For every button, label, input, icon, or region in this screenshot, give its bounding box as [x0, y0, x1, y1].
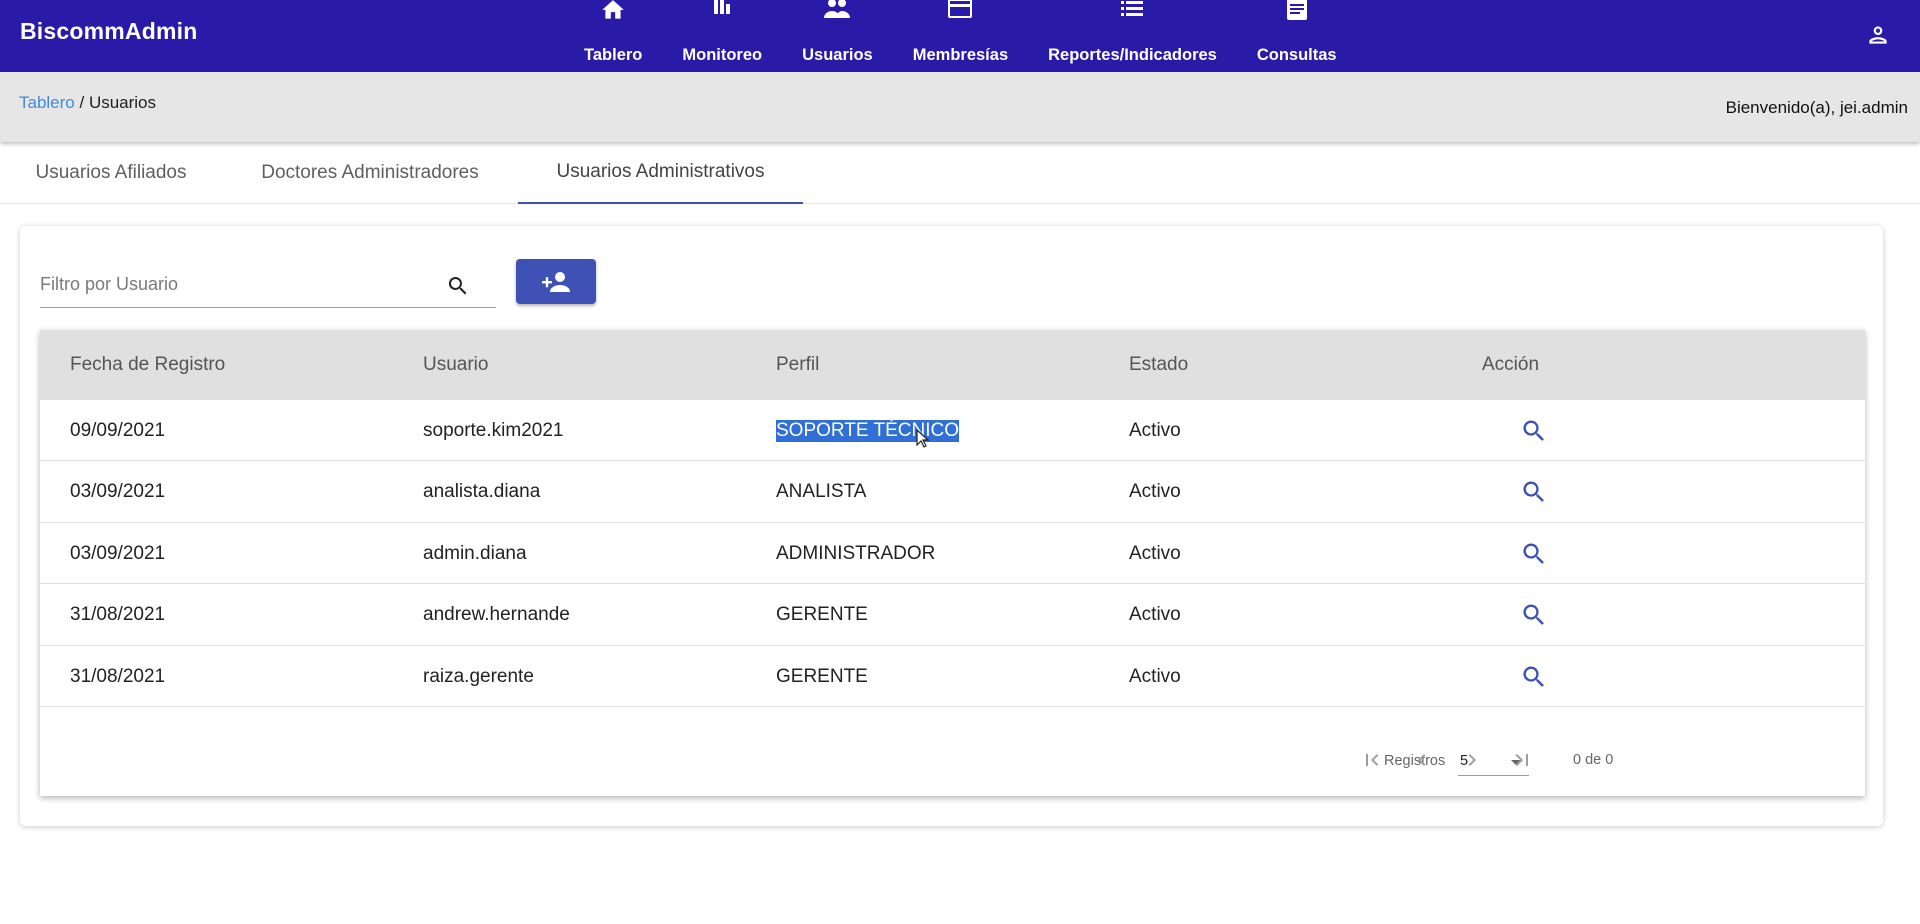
header-fecha: Fecha de Registro: [70, 354, 226, 375]
nav-item-tablero[interactable]: Tablero: [564, 0, 662, 72]
cell-perfil: ADMINISTRADOR: [776, 542, 936, 564]
last-page-button[interactable]: [1504, 742, 1540, 778]
nav-label: Usuarios: [802, 46, 873, 64]
view-details-search-icon[interactable]: [1520, 540, 1548, 568]
header-estado: Estado: [1129, 354, 1189, 375]
first-page-button[interactable]: [1354, 742, 1390, 778]
filter-field: [40, 264, 496, 308]
tab-usuarios-administrativos[interactable]: Usuarios Administrativos: [518, 142, 803, 204]
cell-estado: Activo: [1129, 665, 1181, 687]
table-row: 31/08/2021 raiza.gerente GERENTE Activo: [40, 646, 1865, 707]
cell-fecha: 03/09/2021: [70, 481, 166, 503]
list-icon: [1120, 0, 1144, 22]
nav-item-consultas[interactable]: Consultas: [1237, 0, 1357, 72]
cell-fecha: 31/08/2021: [70, 604, 166, 626]
table-row: 09/09/2021 soporte.kim2021 SOPORTE TÉCNI…: [40, 400, 1865, 462]
view-details-search-icon[interactable]: [1520, 478, 1548, 506]
chevron-right-icon: [1468, 754, 1476, 766]
filter-input[interactable]: [40, 264, 440, 304]
nav-item-membresias[interactable]: Membresías: [893, 0, 1028, 72]
nav-label: Consultas: [1256, 46, 1337, 64]
chevron-left-icon: [1418, 754, 1426, 766]
table-row: 03/09/2021 analista.diana ANALISTA Activ…: [40, 461, 1865, 523]
nav-label: Membresías: [912, 46, 1009, 64]
breadcrumb-separator: /: [74, 93, 89, 112]
person-add-icon: [542, 271, 570, 292]
top-app-bar: BiscommAdmin Tablero Monitoreo Usuarios …: [0, 0, 1920, 72]
view-details-search-icon[interactable]: [1520, 663, 1548, 691]
previous-page-button[interactable]: [1404, 742, 1440, 778]
mouse-cursor-icon: [916, 429, 930, 448]
cell-perfil: GERENTE: [776, 665, 868, 687]
article-icon: [1285, 0, 1309, 22]
page-range-label: 0 de 0: [1573, 752, 1614, 768]
breadcrumb-link-tablero[interactable]: Tablero: [19, 93, 75, 112]
cell-perfil: GERENTE: [776, 604, 868, 626]
cell-usuario: admin.diana: [423, 542, 527, 564]
people-icon: [823, 0, 851, 22]
tab-usuarios-afiliados[interactable]: Usuarios Afiliados: [0, 142, 222, 204]
breadcrumb-bar: Tablero / Usuarios Bienvenido(a), jei.ad…: [0, 72, 1920, 142]
nav-label: Reportes/Indicadores: [1048, 46, 1217, 64]
last-page-icon: [1515, 754, 1528, 766]
header-perfil: Perfil: [776, 354, 820, 375]
cell-usuario: analista.diana: [423, 481, 541, 503]
header-accion: Acción: [1482, 354, 1540, 375]
header-usuario: Usuario: [423, 354, 489, 375]
cell-estado: Activo: [1129, 481, 1181, 503]
table-row: 31/08/2021 andrew.hernande GERENTE Activ…: [40, 584, 1865, 646]
home-icon: [600, 0, 626, 22]
cell-fecha: 03/09/2021: [70, 542, 166, 564]
cell-fecha: 09/09/2021: [70, 420, 166, 441]
credit-card-icon: [947, 0, 973, 22]
table-header: Fecha de Registro Usuario Perfil Estado …: [40, 330, 1865, 400]
cell-fecha: 31/08/2021: [70, 665, 166, 687]
nav-label: Monitoreo: [682, 46, 763, 64]
breadcrumb: Tablero / Usuarios: [19, 93, 156, 113]
search-icon[interactable]: [446, 274, 470, 298]
view-details-search-icon[interactable]: [1520, 417, 1548, 445]
account-button[interactable]: [1862, 19, 1894, 51]
cell-estado: Activo: [1129, 542, 1181, 564]
main-nav: Tablero Monitoreo Usuarios Membresías Re…: [564, 0, 1357, 72]
table-row: 03/09/2021 admin.diana ADMINISTRADOR Act…: [40, 523, 1865, 585]
users-table: Fecha de Registro Usuario Perfil Estado …: [40, 330, 1865, 796]
cell-perfil: ANALISTA: [776, 481, 867, 503]
cell-usuario: andrew.hernande: [423, 604, 570, 626]
cell-perfil: SOPORTE TÉCNICO: [776, 420, 959, 442]
first-page-icon: [1366, 754, 1379, 766]
cell-estado: Activo: [1129, 420, 1181, 441]
breadcrumb-current: Usuarios: [88, 93, 157, 112]
add-user-button[interactable]: [516, 259, 596, 304]
cell-usuario: raiza.gerente: [423, 665, 534, 687]
nav-item-monitoreo[interactable]: Monitoreo: [662, 0, 782, 72]
nav-item-reportes[interactable]: Reportes/Indicadores: [1028, 0, 1237, 72]
tab-doctores-administradores[interactable]: Doctores Administradores: [222, 142, 518, 204]
app-title: BiscommAdmin: [20, 18, 198, 44]
welcome-message: Bienvenido(a), jei.admin: [1725, 98, 1908, 117]
nav-label: Tablero: [584, 46, 643, 64]
view-details-search-icon[interactable]: [1520, 601, 1548, 629]
bar-chart-icon: [711, 0, 733, 22]
nav-item-usuarios[interactable]: Usuarios: [782, 0, 893, 72]
next-page-button[interactable]: [1454, 742, 1490, 778]
content-card: Fecha de Registro Usuario Perfil Estado …: [20, 226, 1883, 826]
account-icon: [1869, 26, 1887, 44]
cell-usuario: soporte.kim2021: [423, 420, 564, 441]
tab-bar: Usuarios Afiliados Doctores Administrado…: [0, 142, 1920, 204]
cell-estado: Activo: [1129, 604, 1181, 626]
paginator: Registros 5 0 de 0: [40, 714, 1865, 796]
